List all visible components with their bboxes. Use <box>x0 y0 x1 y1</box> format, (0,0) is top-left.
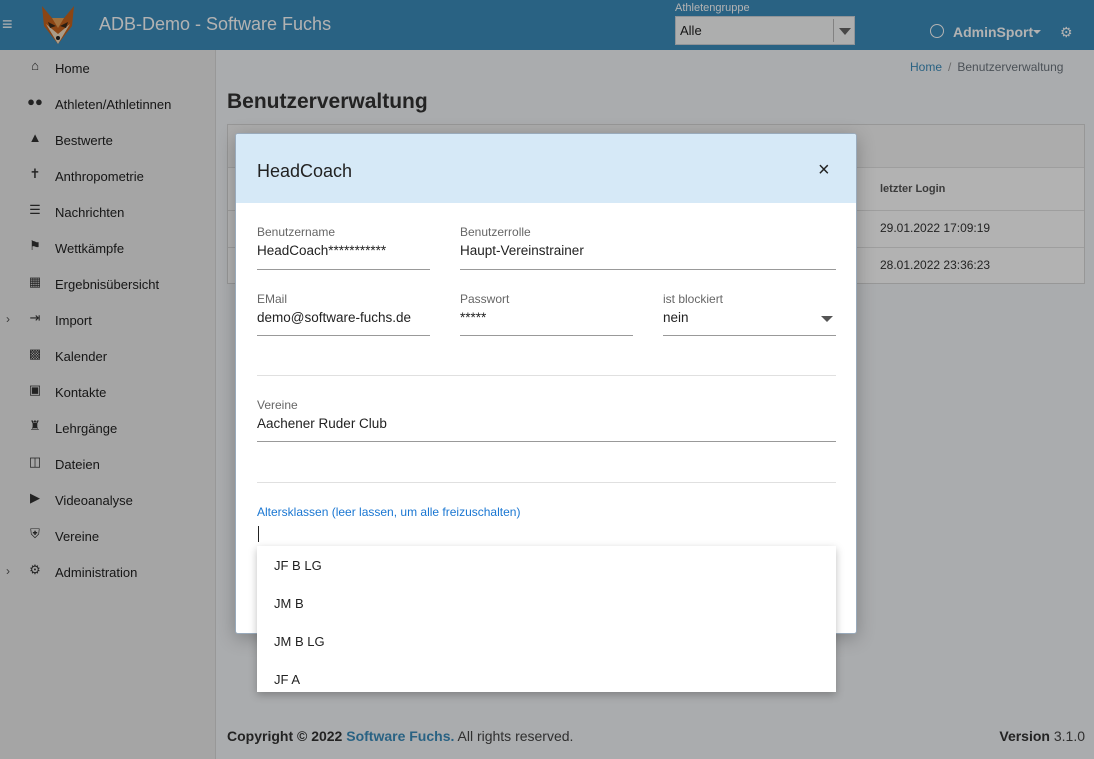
age-classes-input[interactable]: Altersklassen (leer lassen, um alle frei… <box>257 505 836 550</box>
role-value[interactable]: Haupt-Vereinstrainer <box>460 243 584 258</box>
dropdown-option[interactable]: JM B <box>257 584 836 622</box>
role-label: Benutzerrolle <box>460 225 531 239</box>
blocked-value[interactable]: nein <box>663 310 689 325</box>
email-label: EMail <box>257 292 288 306</box>
age-classes-dropdown: JF B LG JM B JM B LG JF A <box>257 546 836 692</box>
username-value[interactable]: HeadCoach*********** <box>257 243 386 258</box>
modal-header: HeadCoach × <box>236 134 856 203</box>
section-divider <box>257 375 836 376</box>
option-label: JF B LG <box>274 558 322 573</box>
password-value[interactable]: ***** <box>460 310 486 325</box>
password-field[interactable]: Passwort ***** <box>460 292 633 336</box>
clubs-value[interactable]: Aachener Ruder Club <box>257 416 387 431</box>
text-cursor <box>258 526 259 542</box>
dropdown-option[interactable]: JF A <box>257 660 836 692</box>
age-classes-label: Altersklassen (leer lassen, um alle frei… <box>257 505 521 519</box>
field-underline <box>460 269 836 270</box>
option-label: JF A <box>274 672 301 687</box>
option-label: JM B <box>274 596 304 611</box>
section-divider <box>257 482 836 483</box>
field-underline <box>460 335 633 336</box>
field-underline <box>257 441 836 442</box>
username-label: Benutzername <box>257 225 336 239</box>
password-label: Passwort <box>460 292 510 306</box>
chevron-down-icon[interactable] <box>821 316 833 322</box>
modal-title: HeadCoach <box>257 161 353 181</box>
blocked-label: ist blockiert <box>663 292 724 306</box>
dropdown-option[interactable]: JF B LG <box>257 546 836 584</box>
clubs-field[interactable]: Vereine Aachener Ruder Club <box>257 398 836 442</box>
option-label: JM B LG <box>274 634 325 649</box>
blocked-select[interactable]: ist blockiert nein <box>663 292 836 336</box>
field-underline <box>257 269 430 270</box>
username-field[interactable]: Benutzername HeadCoach*********** <box>257 225 430 270</box>
email-value[interactable]: demo@software-fuchs.de <box>257 310 411 325</box>
field-underline <box>257 335 430 336</box>
field-underline <box>663 335 836 336</box>
dropdown-option[interactable]: JM B LG <box>257 622 836 660</box>
clubs-label: Vereine <box>257 398 298 412</box>
close-icon[interactable]: × <box>818 160 830 180</box>
email-field[interactable]: EMail demo@software-fuchs.de <box>257 292 430 336</box>
role-field[interactable]: Benutzerrolle Haupt-Vereinstrainer <box>460 225 836 270</box>
